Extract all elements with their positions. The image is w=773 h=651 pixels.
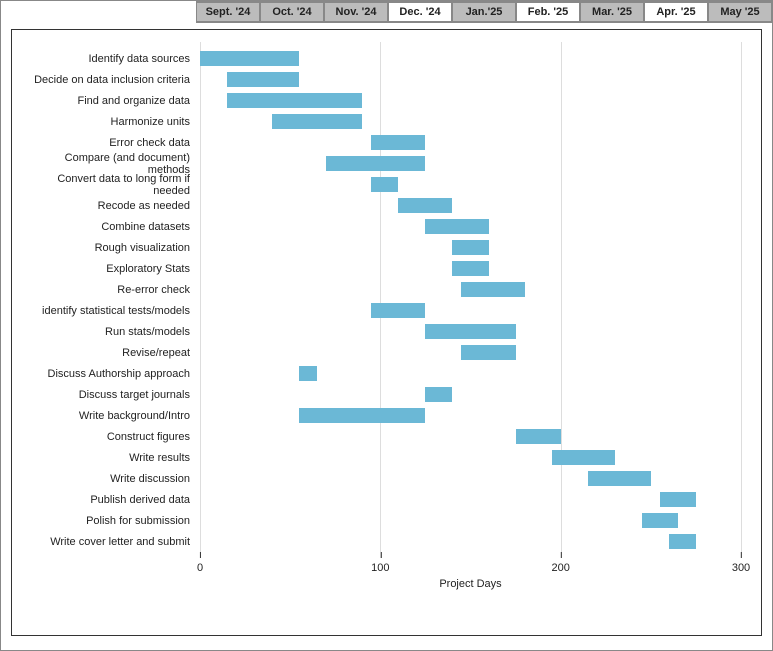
task-label: Write cover letter and submit xyxy=(22,536,200,548)
task-label: Write discussion xyxy=(22,473,200,485)
task-label: Run stats/models xyxy=(22,326,200,338)
task-label: Recode as needed xyxy=(22,200,200,212)
plot-area: Project Days 0100200300Identify data sou… xyxy=(200,48,741,552)
timeline-month: Dec. '24 xyxy=(388,3,452,21)
gantt-row: Recode as needed xyxy=(200,195,741,216)
gantt-row: Decide on data inclusion criteria xyxy=(200,69,741,90)
task-bar xyxy=(425,219,488,234)
timeline-month: Apr. '25 xyxy=(644,3,708,21)
task-bar xyxy=(272,114,362,129)
task-label: Combine datasets xyxy=(22,221,200,233)
x-tick-label: 200 xyxy=(551,552,569,574)
task-bar xyxy=(461,282,524,297)
task-bar xyxy=(326,156,425,171)
gantt-row: Discuss target journals xyxy=(200,384,741,405)
task-label: Polish for submission xyxy=(22,515,200,527)
gantt-row: Harmonize units xyxy=(200,111,741,132)
x-tick-label: 0 xyxy=(197,552,203,574)
plot-wrap: Project Days 0 100 200 300 Identify data sou… xyxy=(11,29,762,636)
gantt-row: Revise/repeat xyxy=(200,342,741,363)
gantt-row: Run stats/models xyxy=(200,321,741,342)
task-bar xyxy=(669,534,696,549)
gantt-row: Re-error check xyxy=(200,279,741,300)
gantt-row: Construct figures xyxy=(200,426,741,447)
task-bar xyxy=(425,387,452,402)
task-bar xyxy=(227,93,362,108)
task-label: identify statistical tests/models xyxy=(22,305,200,317)
gantt-row: Compare (and document) methods xyxy=(200,153,741,174)
timeline-month: Jan.'25 xyxy=(452,3,516,21)
timeline-month: Nov. '24 xyxy=(324,3,388,21)
gantt-row: Combine datasets xyxy=(200,216,741,237)
gantt-row: Polish for submission xyxy=(200,510,741,531)
task-bar xyxy=(642,513,678,528)
task-label: Discuss target journals xyxy=(22,389,200,401)
x-tick-label: 100 xyxy=(371,552,389,574)
task-bar xyxy=(299,366,317,381)
gantt-row: identify statistical tests/models xyxy=(200,300,741,321)
task-bar xyxy=(371,303,425,318)
task-label: Write background/Intro xyxy=(22,410,200,422)
task-label: Write results xyxy=(22,452,200,464)
task-bar xyxy=(425,324,515,339)
task-bar xyxy=(398,198,452,213)
task-label: Discuss Authorship approach xyxy=(22,368,200,380)
task-label: Convert data to long form if needed xyxy=(22,173,200,197)
task-label: Re-error check xyxy=(22,284,200,296)
task-bar xyxy=(660,492,696,507)
task-bar xyxy=(588,471,651,486)
task-bar xyxy=(452,261,488,276)
timeline-month: Mar. '25 xyxy=(580,3,644,21)
task-bar xyxy=(552,450,615,465)
task-label: Error check data xyxy=(22,137,200,149)
chart-frame: Sept. '24Oct. '24Nov. '24Dec. '24Jan.'25… xyxy=(0,0,773,651)
task-bar xyxy=(200,51,299,66)
gantt-row: Find and organize data xyxy=(200,90,741,111)
task-label: Find and organize data xyxy=(22,95,200,107)
gantt-row: Write results xyxy=(200,447,741,468)
timeline-month: Feb. '25 xyxy=(516,3,580,21)
gantt-row: Error check data xyxy=(200,132,741,153)
grid-line xyxy=(741,42,742,558)
x-tick-label: 300 xyxy=(732,552,750,574)
task-label: Construct figures xyxy=(22,431,200,443)
task-label: Identify data sources xyxy=(22,53,200,65)
task-label: Exploratory Stats xyxy=(22,263,200,275)
task-label: Publish derived data xyxy=(22,494,200,506)
task-label: Revise/repeat xyxy=(22,347,200,359)
task-bar xyxy=(516,429,561,444)
gantt-row: Write cover letter and submit xyxy=(200,531,741,552)
gantt-row: Write background/Intro xyxy=(200,405,741,426)
gantt-row: Exploratory Stats xyxy=(200,258,741,279)
task-bar xyxy=(371,135,425,150)
task-bar xyxy=(452,240,488,255)
task-label: Harmonize units xyxy=(22,116,200,128)
timeline-month: May '25 xyxy=(708,3,772,21)
task-label: Rough visualization xyxy=(22,242,200,254)
gantt-row: Write discussion xyxy=(200,468,741,489)
timeline-month: Oct. '24 xyxy=(260,3,324,21)
task-bar xyxy=(299,408,425,423)
gantt-row: Convert data to long form if needed xyxy=(200,174,741,195)
task-bar xyxy=(227,72,299,87)
gantt-row: Discuss Authorship approach xyxy=(200,363,741,384)
gantt-row: Publish derived data xyxy=(200,489,741,510)
gantt-row: Identify data sources xyxy=(200,48,741,69)
month-timeline: Sept. '24Oct. '24Nov. '24Dec. '24Jan.'25… xyxy=(196,1,772,23)
task-bar xyxy=(371,177,398,192)
task-label: Decide on data inclusion criteria xyxy=(22,74,200,86)
x-axis-label: Project Days xyxy=(200,578,741,590)
timeline-month: Sept. '24 xyxy=(196,3,260,21)
gantt-row: Rough visualization xyxy=(200,237,741,258)
task-bar xyxy=(461,345,515,360)
